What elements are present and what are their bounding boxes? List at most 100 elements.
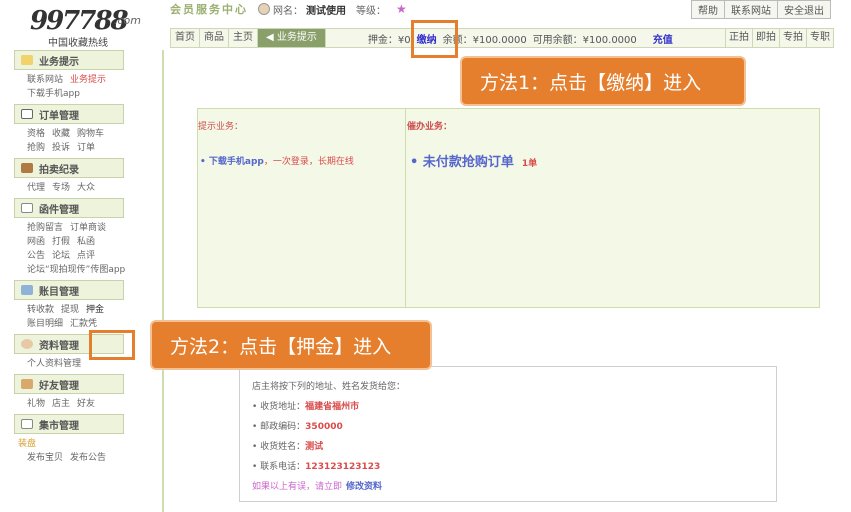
section-title: 订单管理 bbox=[39, 110, 79, 122]
address-label: • 收货地址： bbox=[252, 402, 306, 412]
page: 997788 .com 中国收藏热线 会员服务中心 网名： 测试使用 等级： ★… bbox=[0, 0, 851, 512]
sidebar-item-publish-notice[interactable]: 发布公告 bbox=[70, 453, 106, 463]
sidebar-section-business[interactable]: 业务提示 bbox=[14, 50, 124, 70]
phone-label: • 联系电话： bbox=[252, 462, 306, 472]
sidebar-item-private-letter[interactable]: 私函 bbox=[77, 237, 95, 247]
section-title: 函件管理 bbox=[39, 204, 79, 216]
sidebar-item-anti-fake[interactable]: 打假 bbox=[52, 237, 70, 247]
section-title: 好友管理 bbox=[39, 380, 79, 392]
sidebar-item-shopkeeper[interactable]: 店主 bbox=[52, 399, 70, 409]
tab-zhuanpai[interactable]: 专拍 bbox=[779, 29, 806, 47]
sidebar-item-favorites[interactable]: 收藏 bbox=[52, 129, 70, 139]
name-row: • 收货姓名：测试 bbox=[252, 437, 776, 457]
section-title: 账目管理 bbox=[39, 286, 79, 298]
help-link[interactable]: 帮助 bbox=[691, 0, 725, 19]
logo-tagline: 中国收藏热线 bbox=[48, 38, 108, 49]
zip-row: • 邮政编码：350000 bbox=[252, 417, 776, 437]
sidebar-section-orders[interactable]: 订单管理 bbox=[14, 104, 124, 124]
available-balance-label: 可用余额：¥100.0000 bbox=[532, 34, 637, 46]
panel-divider bbox=[405, 109, 406, 307]
sidebar-item-public[interactable]: 大众 bbox=[77, 183, 95, 193]
unpaid-orders-link[interactable]: • 未付款抢购订单 bbox=[410, 155, 514, 170]
sidebar-item-rush-buy[interactable]: 抢购 bbox=[27, 143, 45, 153]
sidebar-item-gifts[interactable]: 礼物 bbox=[27, 399, 45, 409]
section-links: 礼物 店主 好友 bbox=[14, 394, 162, 414]
sidebar-item-deposit[interactable]: 押金 bbox=[86, 305, 104, 315]
section-title: 集市管理 bbox=[39, 420, 79, 432]
auction-type-tabs: 正拍 即拍 专拍 专职 bbox=[725, 29, 833, 47]
card-icon bbox=[21, 285, 33, 295]
callout-method-2: 方法2：点击【押金】进入 bbox=[150, 320, 432, 370]
username-label: 网名： bbox=[273, 5, 303, 17]
sidebar-item-order-talk[interactable]: 订单商谈 bbox=[70, 223, 106, 233]
section-links: 装盘 发布宝贝 发布公告 bbox=[14, 434, 162, 468]
sidebar-item-proxy[interactable]: 代理 bbox=[27, 183, 45, 193]
sidebar-section-friends[interactable]: 好友管理 bbox=[14, 374, 124, 394]
tab-business-tips[interactable]: ◀ 业务提示 bbox=[258, 29, 326, 47]
sidebar-item-forum-photo-app[interactable]: 论坛“现拍现传”传图app bbox=[27, 265, 125, 275]
recharge-link[interactable]: 充值 bbox=[653, 31, 673, 46]
logout-link[interactable]: 安全退出 bbox=[777, 0, 831, 19]
tab-zhuanzhi[interactable]: 专职 bbox=[806, 29, 833, 47]
cart-icon bbox=[21, 109, 33, 119]
sidebar-item-download-app[interactable]: 下载手机app bbox=[27, 89, 80, 99]
address-value: 福建省福州市 bbox=[305, 402, 360, 412]
sidebar-item-complaint[interactable]: 投诉 bbox=[52, 143, 70, 153]
sidebar-item-personal-profile[interactable]: 个人资料管理 bbox=[27, 359, 81, 369]
tip-item: • 下载手机app，一次登录，长期在线 bbox=[200, 154, 354, 167]
market-icon bbox=[21, 419, 33, 429]
todo-item[interactable]: • 未付款抢购订单 1单 bbox=[410, 151, 537, 170]
sidebar-item-orders[interactable]: 订单 bbox=[77, 143, 95, 153]
tab-home[interactable]: 首页 bbox=[171, 29, 200, 47]
site-logo[interactable]: 997788 .com 中国收藏热线 bbox=[30, 2, 150, 49]
tab-mainpage[interactable]: 主页 bbox=[229, 29, 258, 47]
deposit-label: 押金：¥0 bbox=[367, 34, 411, 46]
sidebar-item-withdraw[interactable]: 提现 bbox=[61, 305, 79, 315]
sidebar-item-forum[interactable]: 论坛 bbox=[52, 251, 70, 261]
section-title: 资料管理 bbox=[39, 340, 79, 352]
username: 测试使用 bbox=[306, 5, 346, 17]
sidebar-item-business-tips[interactable]: 业务提示 bbox=[70, 75, 106, 85]
sidebar-item-web-letter[interactable]: 网函 bbox=[27, 237, 45, 247]
sidebar-section-letters[interactable]: 函件管理 bbox=[14, 198, 124, 218]
sidebar-item-contact[interactable]: 联系网站 bbox=[27, 75, 63, 85]
sidebar-item-setup[interactable]: 装盘 bbox=[18, 439, 36, 449]
sidebar-item-account-details[interactable]: 账目明细 bbox=[27, 319, 63, 329]
business-panel: 提示业务： 催办业务： • 下载手机app，一次登录，长期在线 • 未付款抢购订… bbox=[197, 108, 820, 308]
sidebar-item-friends[interactable]: 好友 bbox=[77, 399, 95, 409]
edit-note: 如果以上有误，请立即 修改资料 bbox=[252, 477, 776, 497]
sidebar-section-market[interactable]: 集市管理 bbox=[14, 414, 124, 434]
sidebar-item-announcement[interactable]: 公告 bbox=[27, 251, 45, 261]
download-app-link[interactable]: • 下载手机app bbox=[200, 157, 264, 167]
sidebar-item-rush-messages[interactable]: 抢购留言 bbox=[27, 223, 63, 233]
envelope-icon bbox=[21, 203, 33, 213]
tab-goods[interactable]: 商品 bbox=[200, 29, 229, 47]
sidebar-item-publish-item[interactable]: 发布宝贝 bbox=[27, 453, 63, 463]
logo-number: 997788 bbox=[30, 6, 129, 36]
sidebar-item-special[interactable]: 专场 bbox=[52, 183, 70, 193]
gavel-icon bbox=[21, 163, 33, 173]
address-row: • 收货地址：福建省福州市 bbox=[252, 397, 776, 417]
tab-zhengpai[interactable]: 正拍 bbox=[725, 29, 752, 47]
logo-suffix: .com bbox=[114, 14, 141, 27]
main-content: 提示业务： 催办业务： • 下载手机app，一次登录，长期在线 • 未付款抢购订… bbox=[170, 50, 834, 512]
sidebar-item-qualification[interactable]: 资格 bbox=[27, 129, 45, 139]
sidebar-item-remittance[interactable]: 汇款凭 bbox=[70, 319, 97, 329]
sidebar-item-review[interactable]: 点评 bbox=[77, 251, 95, 261]
sidebar-section-accounts[interactable]: 账目管理 bbox=[14, 280, 124, 300]
sidebar-item-transfer[interactable]: 转收款 bbox=[27, 305, 54, 315]
sidebar-section-auction-records[interactable]: 拍卖纪录 bbox=[14, 158, 124, 178]
sidebar-item-cart[interactable]: 购物车 bbox=[77, 129, 104, 139]
section-links: 抢购留言 订单商谈 网函 打假 私函 公告 论坛 点评 论坛“现拍现传”传图app bbox=[14, 218, 162, 280]
edit-profile-link[interactable]: 修改资料 bbox=[346, 482, 382, 492]
person-icon bbox=[21, 339, 33, 349]
name-label: • 收货姓名： bbox=[252, 442, 306, 452]
tab-jipai[interactable]: 即拍 bbox=[752, 29, 779, 47]
section-links: 转收款 提现 押金 账目明细 汇款凭 bbox=[14, 300, 162, 334]
tips-header: 提示业务： bbox=[198, 122, 244, 132]
phone-value: 123123123123 bbox=[305, 462, 381, 472]
section-title: 拍卖纪录 bbox=[39, 164, 79, 176]
member-info-bar: 会员服务中心 网名： 测试使用 等级： ★ bbox=[170, 2, 407, 17]
shipping-info-box: 店主将按下列的地址、姓名发货给您： • 收货地址：福建省福州市 • 邮政编码：3… bbox=[239, 366, 777, 502]
contact-link[interactable]: 联系网站 bbox=[724, 0, 778, 19]
